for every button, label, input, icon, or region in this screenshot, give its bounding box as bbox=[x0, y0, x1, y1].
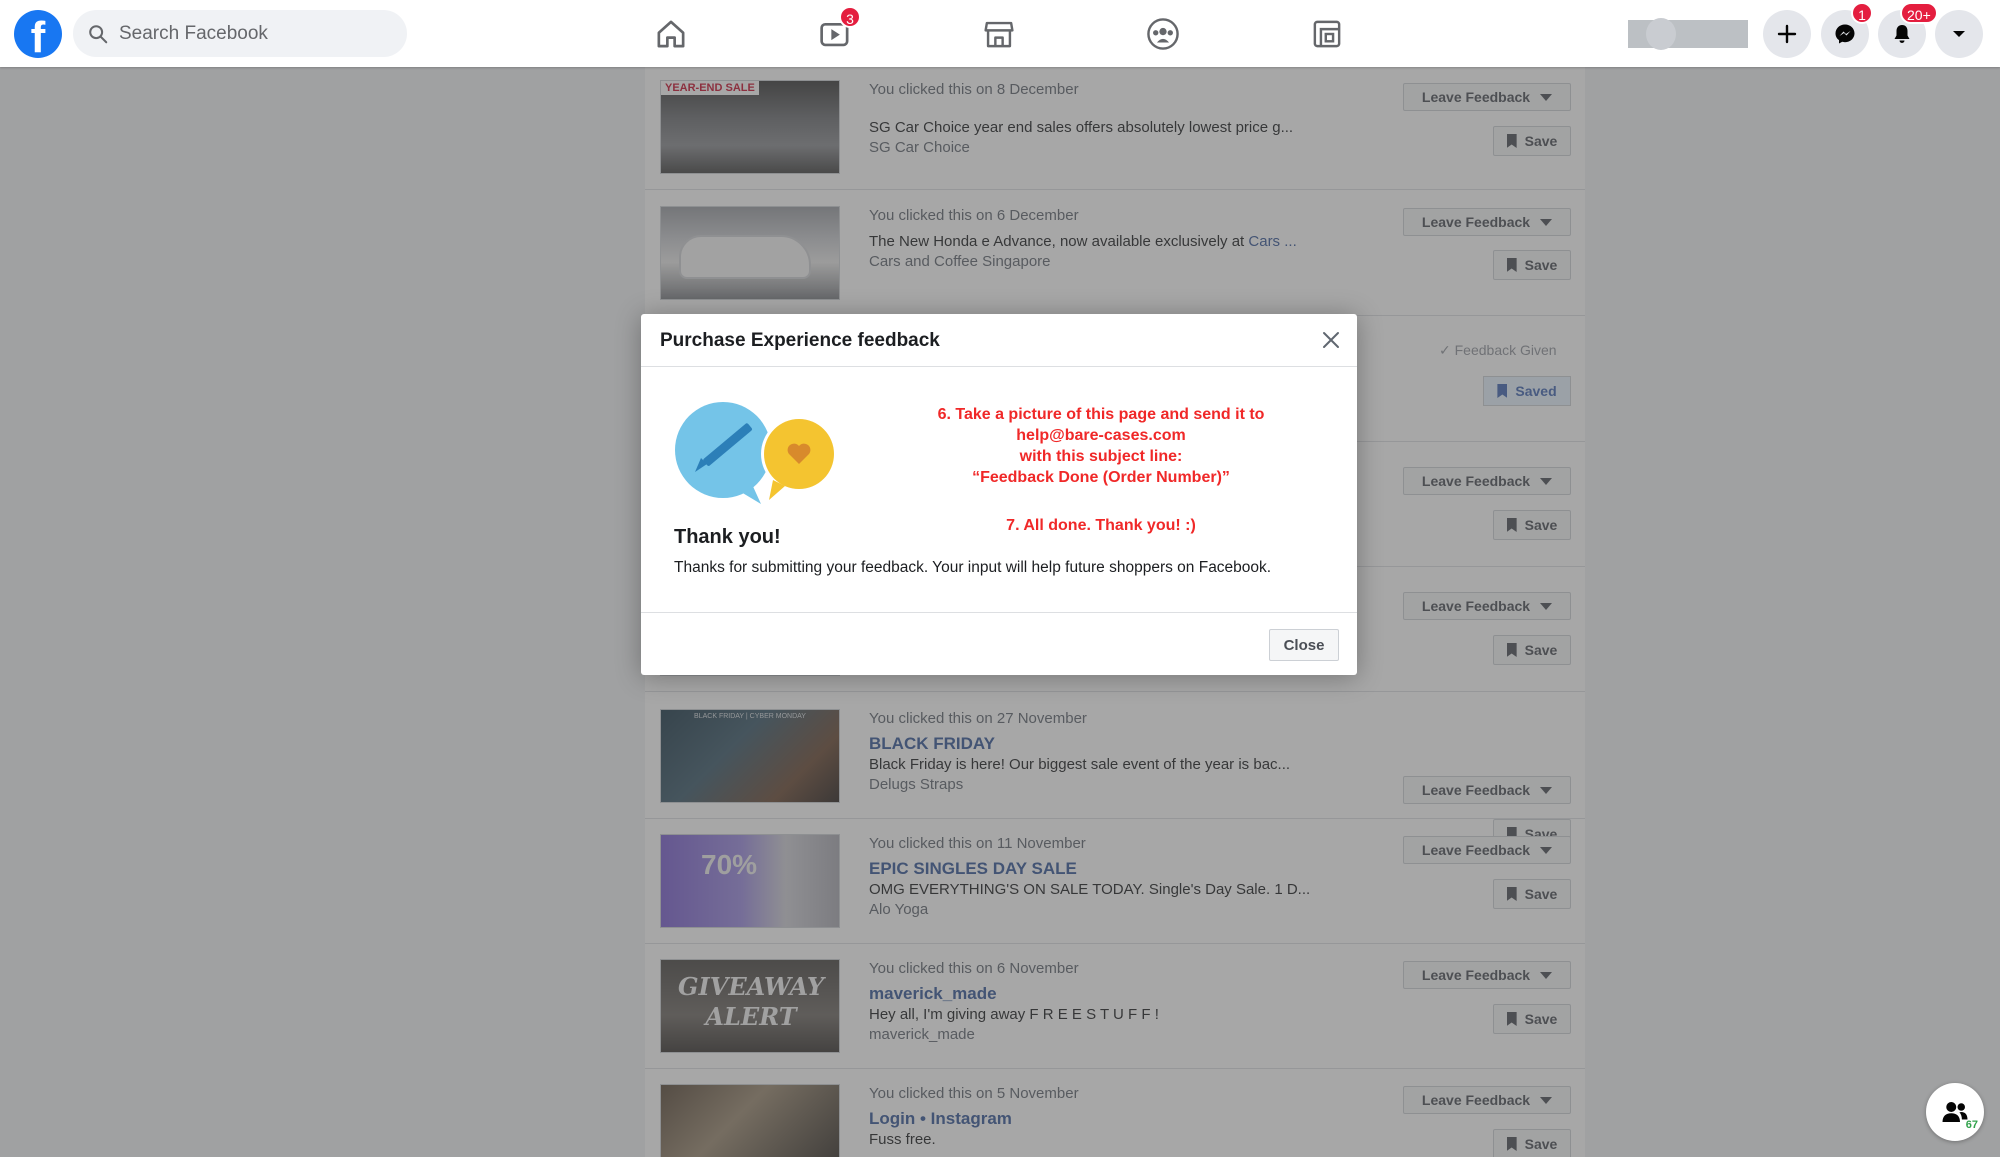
dialog-title: Purchase Experience feedback bbox=[660, 330, 940, 351]
close-icon[interactable] bbox=[1319, 328, 1343, 352]
create-button[interactable] bbox=[1763, 10, 1811, 58]
home-icon bbox=[657, 20, 685, 48]
home-tab[interactable] bbox=[651, 14, 691, 54]
watch-tab[interactable]: 3 bbox=[815, 6, 861, 54]
contacts-button[interactable]: 67 bbox=[1926, 1083, 1984, 1141]
gaming-tab[interactable] bbox=[1307, 14, 1347, 54]
thank-you-heading: Thank you! bbox=[674, 526, 781, 548]
messenger-badge: 1 bbox=[1851, 2, 1873, 24]
messenger-icon bbox=[1835, 24, 1855, 44]
notifications-badge: 20+ bbox=[1900, 2, 1938, 24]
thank-you-message: Thanks for submitting your feedback. You… bbox=[674, 559, 1272, 576]
messenger-button[interactable]: 1 bbox=[1821, 2, 1873, 58]
instruction-text: 6. Take a picture of this page and send … bbox=[891, 404, 1311, 536]
instruction-line: help@bare-cases.com bbox=[1016, 427, 1186, 444]
instruction-line: 6. Take a picture of this page and send … bbox=[937, 406, 1265, 423]
watch-badge: 3 bbox=[839, 6, 861, 28]
groups-icon bbox=[1147, 18, 1179, 50]
marketplace-store-icon bbox=[984, 21, 1014, 48]
instruction-line: 7. All done. Thank you! :) bbox=[1006, 517, 1196, 534]
notifications-button[interactable]: 20+ bbox=[1878, 2, 1938, 58]
profile-button[interactable] bbox=[1628, 18, 1748, 50]
feedback-dialog: Purchase Experience feedback 6. Take a p… bbox=[641, 314, 1357, 675]
gaming-icon bbox=[1313, 20, 1341, 48]
instruction-line bbox=[891, 488, 1311, 509]
close-button[interactable]: Close bbox=[1269, 629, 1339, 661]
caret-down-icon bbox=[1953, 31, 1965, 37]
feedback-illustration-icon bbox=[675, 402, 837, 504]
account-menu-button[interactable] bbox=[1935, 10, 1983, 58]
marketplace-tab[interactable] bbox=[979, 14, 1019, 54]
plus-icon bbox=[1777, 24, 1797, 44]
dialog-divider bbox=[641, 612, 1357, 613]
search-input[interactable] bbox=[119, 22, 379, 45]
search-icon bbox=[89, 24, 108, 43]
top-navigation-bar: f 3 1 20+ bbox=[0, 0, 2000, 67]
search-box[interactable] bbox=[73, 10, 407, 57]
instruction-line: with this subject line: bbox=[1019, 448, 1183, 465]
bell-icon bbox=[1894, 25, 1910, 43]
dialog-header: Purchase Experience feedback bbox=[641, 314, 1357, 367]
contacts-count: 67 bbox=[1965, 1119, 1978, 1131]
instruction-line: “Feedback Done (Order Number)” bbox=[972, 469, 1230, 486]
groups-tab[interactable] bbox=[1143, 14, 1183, 54]
facebook-logo-icon[interactable]: f bbox=[14, 10, 62, 58]
